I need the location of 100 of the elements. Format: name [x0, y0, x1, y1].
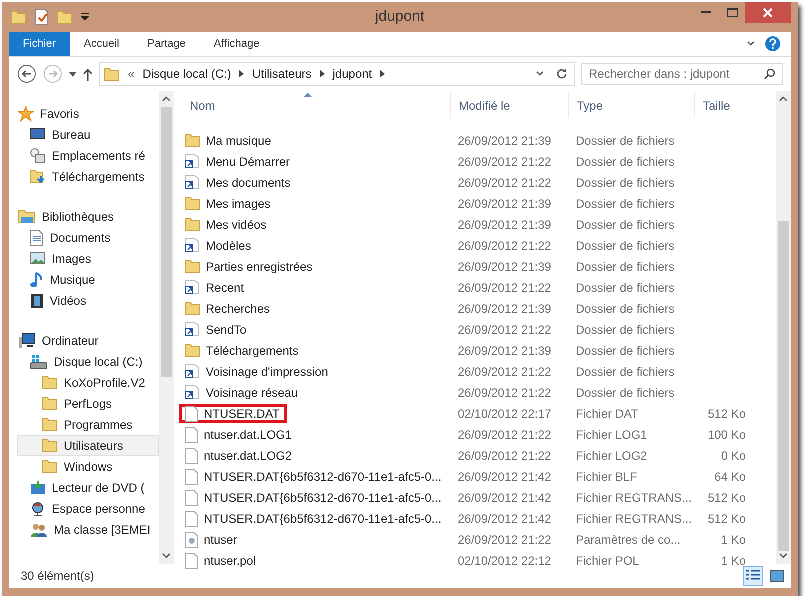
- shortcut-icon: [185, 280, 201, 295]
- breadcrumb-item[interactable]: Utilisateurs: [252, 67, 312, 81]
- table-cell-text: 26/09/2012 21:42: [457, 470, 552, 484]
- nav-item[interactable]: Espace personne: [17, 498, 159, 519]
- file-name-cell[interactable]: Mes documents: [179, 173, 298, 192]
- chevron-right-icon[interactable]: [380, 70, 386, 78]
- table-cell-text: Dossier de fichiers: [575, 322, 676, 336]
- file-name-cell[interactable]: Modèles: [179, 236, 258, 255]
- ribbon-tab[interactable]: Fichier: [9, 32, 70, 56]
- ribbon-tab[interactable]: Partage: [133, 32, 200, 56]
- file-name-cell[interactable]: Voisinage d'impression: [179, 362, 336, 381]
- nav-item[interactable]: KoXoProfile.V2: [17, 372, 159, 393]
- scrollbar[interactable]: [776, 91, 791, 564]
- monitor-icon: [30, 128, 46, 141]
- table-cell-text: 02/10/2012 22:17: [457, 406, 552, 420]
- scroll-down-icon[interactable]: [162, 553, 171, 559]
- file-name-cell[interactable]: Mes images: [179, 194, 278, 213]
- file-name-cell[interactable]: Ma musique: [179, 131, 278, 150]
- nav-item[interactable]: Bureau: [17, 124, 159, 145]
- column-header[interactable]: Type: [568, 91, 694, 118]
- nav-item[interactable]: Documents: [17, 227, 159, 248]
- ribbon-tab[interactable]: Accueil: [70, 32, 134, 56]
- folder-icon: [185, 133, 201, 148]
- table-cell-text: 100 Ko: [706, 428, 747, 442]
- picture-icon: [30, 252, 46, 265]
- nav-item[interactable]: Windows: [17, 456, 159, 477]
- chevron-right-icon[interactable]: [320, 70, 325, 78]
- nav-item[interactable]: Emplacements ré: [17, 145, 159, 166]
- film-icon: [30, 292, 44, 308]
- address-bar[interactable]: « Disque local (C:) Utilisateurs jdupont: [99, 62, 575, 86]
- nav-item[interactable]: Utilisateurs: [17, 435, 159, 456]
- chevron-right-icon[interactable]: [239, 70, 244, 78]
- table-cell-text: Fichier POL: [575, 554, 640, 568]
- nav-item[interactable]: Bibliothèques: [17, 206, 159, 227]
- nav-item[interactable]: Ma classe [3EMEI: [17, 519, 159, 540]
- help-icon[interactable]: [765, 36, 781, 52]
- file-name-cell[interactable]: ntuser.dat.LOG2: [179, 446, 300, 465]
- file-name-cell[interactable]: Recent: [179, 278, 252, 297]
- download-folder-icon: [30, 168, 46, 184]
- properties-icon[interactable]: [35, 9, 49, 25]
- details-view-button[interactable]: [743, 566, 763, 586]
- file-name-cell[interactable]: Recherches: [179, 299, 278, 318]
- file-name-cell[interactable]: NTUSER.DAT{6b5f6312-d670-11e1-afc5-0...: [179, 467, 449, 486]
- up-arrow-icon[interactable]: [83, 68, 93, 80]
- table-cell-text: Dossier de fichiers: [575, 260, 676, 274]
- table-cell-text: 26/09/2012 21:39: [457, 302, 552, 316]
- nav-item[interactable]: PerfLogs: [17, 393, 159, 414]
- table-cell-text: Dossier de fichiers: [575, 344, 676, 358]
- table-cell-text: 26/09/2012 21:39: [457, 218, 552, 232]
- dropdown-icon[interactable]: [81, 13, 89, 21]
- scroll-up-icon[interactable]: [162, 96, 171, 102]
- nav-item[interactable]: Images: [17, 248, 159, 269]
- breadcrumb-item[interactable]: jdupont: [332, 67, 372, 81]
- scroll-up-icon[interactable]: [779, 96, 788, 102]
- nav-item[interactable]: Disque local (C:): [17, 351, 159, 372]
- file-name-cell[interactable]: SendTo: [179, 320, 254, 339]
- folder-icon: [185, 259, 201, 274]
- nav-item[interactable]: Programmes: [17, 414, 159, 435]
- history-dropdown-icon[interactable]: [69, 72, 77, 76]
- users-icon: [30, 522, 48, 538]
- scroll-down-icon[interactable]: [779, 553, 788, 559]
- window-title: jdupont: [375, 8, 425, 25]
- file-name-cell[interactable]: Menu Démarrer: [179, 152, 298, 171]
- file-name-cell[interactable]: NTUSER.DAT{6b5f6312-d670-11e1-afc5-0...: [179, 488, 449, 507]
- nav-item[interactable]: Lecteur de DVD (: [17, 477, 159, 498]
- file-name-cell[interactable]: ntuser.dat.LOG1: [179, 425, 300, 444]
- close-button[interactable]: [745, 2, 791, 23]
- search-field[interactable]: Rechercher dans : jdupont: [581, 63, 783, 85]
- settings-file-icon: [185, 532, 199, 548]
- table-cell-text: Fichier LOG2: [575, 448, 648, 462]
- nav-item[interactable]: Ordinateur: [17, 330, 159, 351]
- search-icon[interactable]: [764, 68, 776, 80]
- nav-item[interactable]: Favoris: [17, 103, 159, 124]
- scrollbar[interactable]: [159, 91, 174, 564]
- folder-icon: [42, 417, 58, 432]
- minimize-icon: [701, 11, 711, 14]
- file-name-cell[interactable]: Parties enregistrées: [179, 257, 320, 276]
- nav-item[interactable]: Téléchargements: [17, 166, 159, 187]
- file-name-cell[interactable]: Voisinage réseau: [179, 383, 306, 402]
- file-name-cell[interactable]: Mes vidéos: [179, 215, 274, 234]
- file-name-cell[interactable]: ntuser.pol: [179, 551, 264, 570]
- folder-icon: [104, 66, 120, 82]
- nav-item[interactable]: Vidéos: [17, 290, 159, 311]
- ribbon-tab[interactable]: Affichage: [200, 32, 274, 56]
- breadcrumb-item[interactable]: Disque local (C:): [142, 67, 232, 81]
- breadcrumb-overflow[interactable]: «: [128, 67, 135, 81]
- file-icon: [185, 426, 199, 442]
- back-button-icon[interactable]: [17, 64, 37, 84]
- column-header[interactable]: Nom: [182, 91, 450, 118]
- file-name-cell[interactable]: NTUSER.DAT: [179, 404, 287, 423]
- file-name-cell[interactable]: ntuser: [179, 530, 244, 549]
- table-cell-text: 26/09/2012 21:42: [457, 512, 552, 526]
- file-name-cell[interactable]: Téléchargements: [179, 341, 306, 360]
- column-header[interactable]: Taille: [694, 91, 754, 118]
- column-header[interactable]: Modifié le: [450, 91, 568, 118]
- table-cell-text: 26/09/2012 21:22: [457, 386, 552, 400]
- file-name-cell[interactable]: NTUSER.DAT{6b5f6312-d670-11e1-afc5-0...: [179, 509, 449, 528]
- refresh-icon[interactable]: [556, 68, 568, 80]
- table-cell-text: 0 Ko: [720, 448, 747, 462]
- nav-item[interactable]: Musique: [17, 269, 159, 290]
